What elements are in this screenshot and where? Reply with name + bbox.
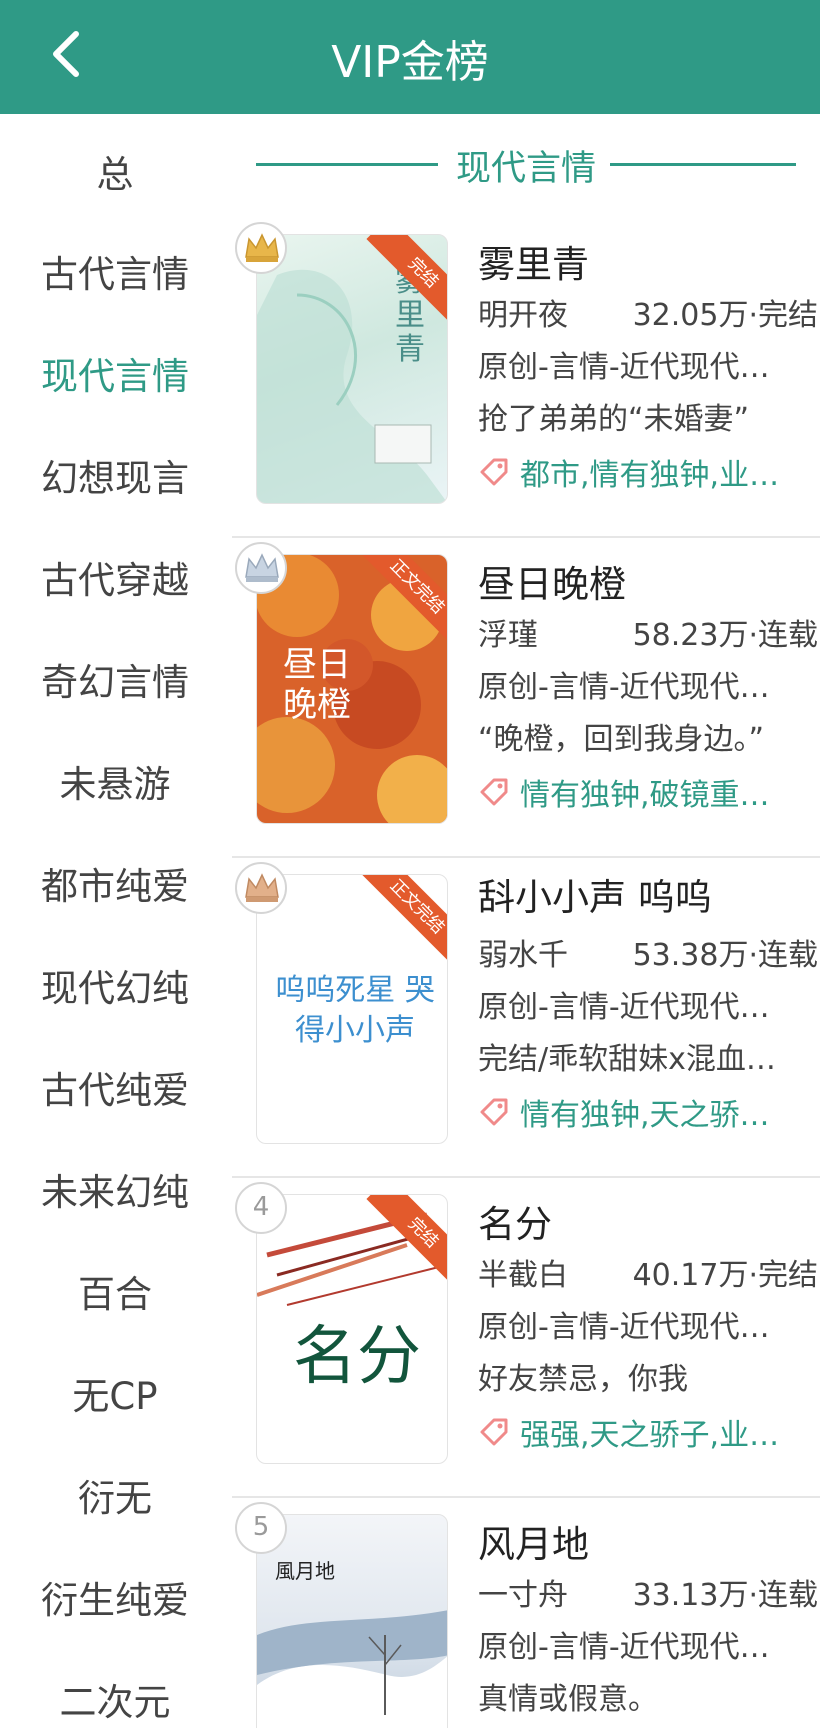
sidebar-item-mystery[interactable]: 未悬游 (0, 754, 230, 808)
rank-badge (235, 222, 287, 274)
sidebar-item-gl[interactable]: 百合 (0, 1264, 230, 1318)
book-cover[interactable]: 昼日晚橙 正文完结 (256, 554, 448, 824)
book-tags: 都市,情有独钟,业… (478, 450, 818, 498)
rank-badge (235, 862, 287, 914)
book-info: 名分 半截白 40.17万·完结 原创-言情-近代现代… 好友禁忌，你我 强强,… (478, 1194, 818, 1458)
tag-icon (480, 1098, 508, 1126)
book-title[interactable]: 名分 (478, 1194, 818, 1250)
book-tags-text[interactable]: 情有独钟,破镜重… (520, 778, 770, 813)
sidebar-item-total[interactable]: 总 (0, 144, 230, 198)
cover-title: 風月地 (275, 1559, 335, 1583)
book-meta: 半截白 40.17万·完结 (478, 1250, 818, 1302)
book-category: 原创-言情-近代现代… (478, 670, 770, 705)
sidebar-item-modern-romance[interactable]: 现代言情 (0, 346, 230, 400)
crown-bronze-icon (245, 873, 279, 902)
book-info: 𣁳小小声 呜呜 弱水千 53.38万·连载 原创-言情-近代现代… 完结/乖软甜… (478, 874, 818, 1138)
cover-title: 昼日晚橙 (283, 645, 351, 725)
book-author[interactable]: 半截白 (478, 1250, 568, 1294)
book-item[interactable]: 呜呜死星 哭得小小声 正文完结 𣁳小小声 呜呜 弱水千 53.38万·连载 原创… (232, 858, 820, 1178)
book-title[interactable]: 风月地 (478, 1514, 818, 1570)
sidebar-item-fantasy-modern[interactable]: 幻想现言 (0, 448, 230, 502)
book-meta: 弱水千 53.38万·连载 (478, 930, 818, 982)
divider-right (610, 163, 796, 166)
crown-gold-icon (245, 233, 279, 262)
book-info: 雾里青 明开夜 32.05万·完结 原创-言情-近代现代… 抢了弟弟的“未婚妻”… (478, 234, 818, 498)
category-sidebar: 总 古代言情 现代言情 幻想现言 古代穿越 奇幻言情 未悬游 都市纯爱 现代幻纯… (0, 114, 230, 1728)
book-meta: 浮瑾 58.23万·连载 (478, 610, 818, 662)
book-category: 原创-言情-近代现代… (478, 1310, 770, 1345)
book-meta: 一寸舟 33.13万·连载 (478, 1570, 818, 1622)
book-tags: 情有独钟,天之骄… (478, 1090, 818, 1138)
book-item[interactable]: 雾里青 完结 雾里青 明开夜 32.05万·完结 原创-言情-近代现代… 抢了弟… (232, 218, 820, 538)
tag-icon (480, 778, 508, 806)
book-blurb: 完结/乖软甜妹x混血… (478, 1042, 776, 1077)
sidebar-item-future-bl[interactable]: 未来幻纯 (0, 1162, 230, 1216)
top-bar: VIP金榜 (0, 0, 820, 114)
book-info: 风月地 一寸舟 33.13万·连载 原创-言情-近代现代… 真情或假意。 (478, 1514, 818, 1728)
cover-art (257, 1610, 447, 1728)
sidebar-item-ancient-romance[interactable]: 古代言情 (0, 244, 230, 298)
book-category: 原创-言情-近代现代… (478, 1630, 770, 1665)
sidebar-item-fantasy-romance[interactable]: 奇幻言情 (0, 652, 230, 706)
page-title: VIP金榜 (331, 37, 489, 88)
book-author[interactable]: 一寸舟 (478, 1570, 568, 1614)
book-item[interactable]: 昼日晚橙 正文完结 昼日晚橙 浮瑾 58.23万·连载 原创-言情-近代现代… … (232, 538, 820, 858)
book-blurb: 好友禁忌，你我 (478, 1362, 688, 1397)
crown-silver-icon (245, 553, 279, 582)
section-header: 现代言情 (256, 140, 796, 190)
book-cover[interactable]: 雾里青 完结 (256, 234, 448, 504)
sidebar-item-urban-bl[interactable]: 都市纯爱 (0, 856, 230, 910)
book-title[interactable]: 𣁳小小声 呜呜 (478, 874, 818, 930)
cover-title: 呜呜死星 哭得小小声 (275, 973, 435, 1048)
cover-title: 名分 (293, 1320, 421, 1394)
book-tags: 强强,天之骄子,业… (478, 1410, 818, 1458)
book-cover[interactable]: 呜呜死星 哭得小小声 正文完结 (256, 874, 448, 1144)
book-title[interactable]: 昼日晚橙 (478, 554, 818, 610)
book-tags-text[interactable]: 情有独钟,天之骄… (520, 1098, 770, 1133)
book-tags-text[interactable]: 强强,天之骄子,业… (520, 1418, 779, 1453)
sidebar-item-derivative-bl[interactable]: 衍生纯爱 (0, 1570, 230, 1624)
book-item[interactable]: 名分 完结 4 名分 半截白 40.17万·完结 原创-言情-近代现代… 好友禁… (232, 1178, 820, 1498)
sidebar-item-ancient-bl[interactable]: 古代纯爱 (0, 1060, 230, 1114)
book-stats: 58.23万·连载 (632, 618, 818, 653)
rank-badge: 5 (235, 1502, 287, 1554)
sidebar-item-anime[interactable]: 二次元 (0, 1672, 230, 1726)
sidebar-item-modern-fantasy-bl[interactable]: 现代幻纯 (0, 958, 230, 1012)
sidebar-item-derivative-none[interactable]: 衍无 (0, 1468, 230, 1522)
book-category: 原创-言情-近代现代… (478, 990, 770, 1025)
book-cover[interactable]: 風月地 (256, 1514, 448, 1728)
book-title[interactable]: 雾里青 (478, 234, 818, 290)
book-item[interactable]: 風月地 5 风月地 一寸舟 33.13万·连载 原创-言情-近代现代… 真情或假… (232, 1498, 820, 1728)
status-ribbon: 正文完结 (360, 875, 447, 964)
book-author[interactable]: 浮瑾 (478, 610, 538, 654)
book-info: 昼日晚橙 浮瑾 58.23万·连载 原创-言情-近代现代… “晚橙，回到我身边。… (478, 554, 818, 818)
sidebar-item-no-cp[interactable]: 无CP (0, 1366, 230, 1420)
book-blurb: 抢了弟弟的“未婚妻” (478, 402, 750, 437)
book-author[interactable]: 弱水千 (478, 930, 568, 974)
rank-badge (235, 542, 287, 594)
book-tags-text[interactable]: 都市,情有独钟,业… (520, 458, 779, 493)
tag-icon (480, 458, 508, 486)
book-category: 原创-言情-近代现代… (478, 350, 770, 385)
book-author[interactable]: 明开夜 (478, 290, 568, 334)
book-tags: 情有独钟,破镜重… (478, 770, 818, 818)
book-stats: 33.13万·连载 (632, 1578, 818, 1613)
sidebar-item-time-travel[interactable]: 古代穿越 (0, 550, 230, 604)
book-blurb: 真情或假意。 (478, 1682, 658, 1717)
book-meta: 明开夜 32.05万·完结 (478, 290, 818, 342)
book-stats: 53.38万·连载 (632, 938, 818, 973)
book-stats: 32.05万·完结 (632, 298, 818, 333)
book-stats: 40.17万·完结 (632, 1258, 818, 1293)
rank-badge: 4 (235, 1182, 287, 1234)
tag-icon (480, 1418, 508, 1446)
book-blurb: “晚橙，回到我身边。” (478, 722, 765, 757)
book-cover[interactable]: 名分 完结 (256, 1194, 448, 1464)
